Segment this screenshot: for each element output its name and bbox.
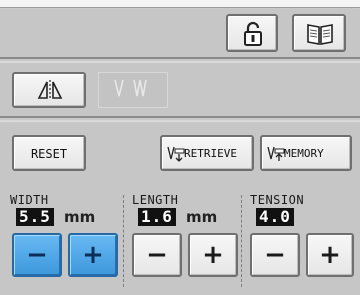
plus-icon: + bbox=[82, 240, 104, 270]
divider bbox=[0, 116, 360, 118]
length-increase-button[interactable]: + bbox=[188, 233, 238, 277]
pattern-toolbar bbox=[0, 64, 360, 116]
tension-value: 4.0 bbox=[256, 208, 294, 226]
lock-button[interactable] bbox=[226, 14, 278, 52]
lock-icon bbox=[243, 21, 263, 51]
divider bbox=[0, 120, 360, 122]
tension-decrease-button[interactable]: − bbox=[250, 233, 300, 277]
minus-icon: − bbox=[26, 240, 48, 270]
minus-icon: − bbox=[146, 240, 168, 270]
minus-icon: − bbox=[264, 240, 286, 270]
retrieve-button[interactable]: RETRIEVE bbox=[160, 135, 254, 171]
memory-label: MEMORY bbox=[284, 147, 324, 160]
width-increase-button[interactable]: + bbox=[68, 233, 118, 277]
tension-label: TENSION bbox=[250, 193, 305, 207]
width-value: 5.5 bbox=[16, 208, 54, 226]
reset-button[interactable]: RESET bbox=[12, 135, 86, 171]
plus-icon: + bbox=[202, 240, 224, 270]
length-label: LENGTH bbox=[132, 193, 179, 207]
book-icon bbox=[306, 22, 334, 50]
memory-button[interactable]: MEMORY bbox=[260, 135, 352, 171]
mirror-button[interactable] bbox=[12, 72, 86, 108]
retrieve-label: RETRIEVE bbox=[184, 147, 237, 160]
width-label: WIDTH bbox=[10, 193, 49, 207]
width-decrease-button[interactable]: − bbox=[12, 233, 62, 277]
top-strip bbox=[0, 0, 360, 8]
length-unit: mm bbox=[186, 208, 218, 226]
separator bbox=[241, 195, 242, 287]
length-value: 1.6 bbox=[138, 208, 176, 226]
sewing-settings-screen: RESET RETRIEVE MEMORY WIDTH 5.5 mm − + L… bbox=[0, 0, 360, 295]
needle-mode-button[interactable] bbox=[98, 72, 168, 108]
width-unit: mm bbox=[64, 208, 96, 226]
manual-button[interactable] bbox=[292, 14, 346, 52]
reset-label: RESET bbox=[30, 147, 68, 161]
spool-arrow-icon bbox=[166, 145, 186, 167]
divider bbox=[0, 61, 360, 63]
settings-panel: RESET RETRIEVE MEMORY WIDTH 5.5 mm − + L… bbox=[0, 123, 360, 295]
mirror-pattern-icon bbox=[36, 80, 64, 104]
needle-mode-icon bbox=[109, 78, 159, 106]
length-decrease-button[interactable]: − bbox=[132, 233, 182, 277]
spool-arrow-icon bbox=[266, 145, 286, 167]
separator bbox=[123, 195, 124, 287]
header-bar bbox=[0, 9, 360, 57]
plus-icon: + bbox=[319, 240, 341, 270]
divider bbox=[0, 57, 360, 59]
tension-increase-button[interactable]: + bbox=[306, 233, 354, 277]
